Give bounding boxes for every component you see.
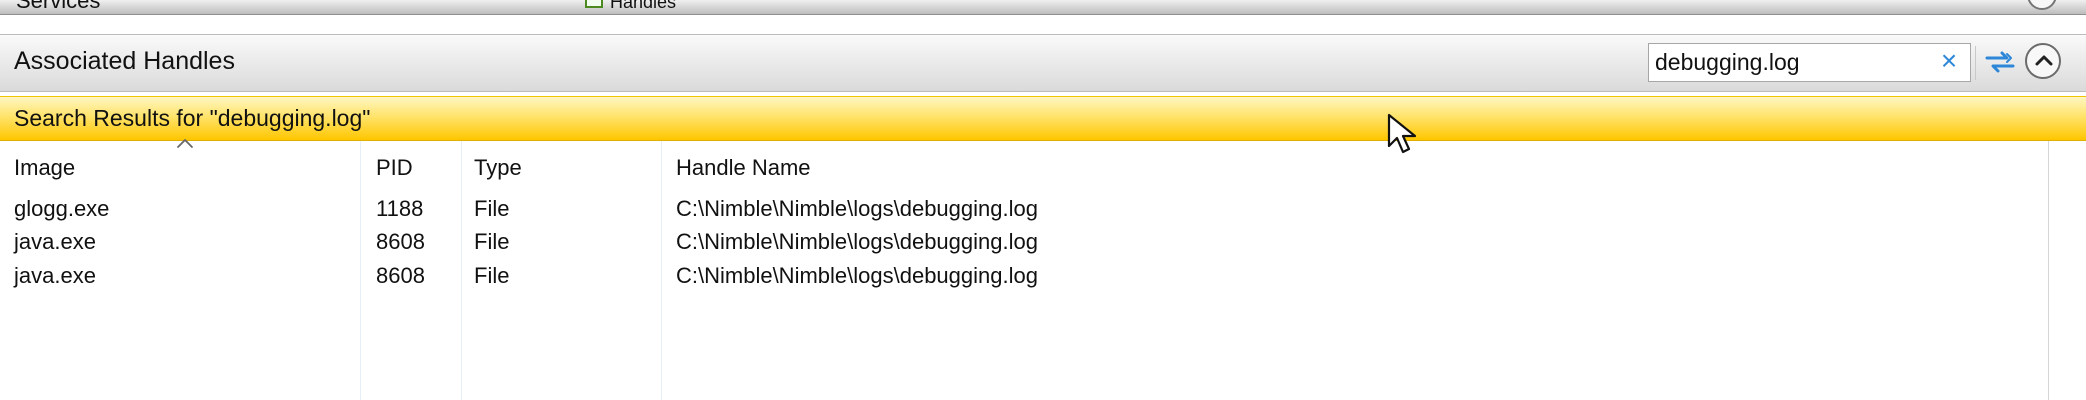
column-header-handle-name[interactable]: Handle Name <box>676 155 811 181</box>
image-cell: java.exe <box>14 263 96 288</box>
top-panel-strip: Services Handles <box>0 0 2086 15</box>
top-collapse-button[interactable] <box>2027 0 2057 10</box>
search-input[interactable] <box>1649 44 1911 81</box>
table-right-edge <box>2048 141 2049 400</box>
top-panel-partial-label: Services <box>16 0 101 13</box>
sort-up-icon <box>177 139 193 148</box>
pid-cell: 8608 <box>376 263 425 288</box>
refresh-button[interactable] <box>1982 45 2018 79</box>
type-cell: File <box>474 263 510 288</box>
top-panel-partial-tab[interactable]: Handles <box>610 0 676 13</box>
handle-name-cell: C:\Nimble\Nimble\logs\debugging.log <box>676 263 1038 288</box>
associated-handles-header: Associated Handles × <box>0 34 2086 92</box>
collapse-button[interactable] <box>2025 43 2061 79</box>
pid-cell: 1188 <box>376 196 424 221</box>
type-cell: File <box>474 229 510 254</box>
pid-cell: 8608 <box>376 229 425 254</box>
handle-name-cell: C:\Nimble\Nimble\logs\debugging.log <box>676 196 1038 221</box>
close-icon[interactable]: × <box>1938 47 1960 76</box>
panel-title: Associated Handles <box>14 47 235 75</box>
search-results-text: Search Results for "debugging.log" <box>14 105 371 131</box>
handle-name-cell: C:\Nimble\Nimble\logs\debugging.log <box>676 229 1038 254</box>
chevron-up-icon <box>2035 55 2053 66</box>
image-cell: glogg.exe <box>14 196 110 221</box>
handles-tab-icon <box>585 0 603 8</box>
refresh-icon <box>1985 51 2015 73</box>
table-row[interactable]: java.exe 8608 File C:\Nimble\Nimble\logs… <box>0 225 2048 259</box>
search-results-bar: Search Results for "debugging.log" <box>0 96 2086 141</box>
search-box[interactable]: × <box>1648 43 1971 82</box>
image-cell: java.exe <box>14 229 96 254</box>
column-header-pid[interactable]: PID <box>376 155 413 181</box>
root-window: Services Handles Associated Handles × Se… <box>0 0 2086 400</box>
table-row[interactable]: java.exe 8608 File C:\Nimble\Nimble\logs… <box>0 259 2048 293</box>
table-row[interactable]: glogg.exe 1188 File C:\Nimble\Nimble\log… <box>0 192 2048 226</box>
search-divider <box>1975 46 1976 80</box>
type-cell: File <box>474 196 510 221</box>
handles-table: Image PID Type Handle Name glogg.exe 118… <box>0 139 2086 400</box>
column-header-image[interactable]: Image <box>14 155 75 181</box>
column-header-type[interactable]: Type <box>474 155 522 181</box>
